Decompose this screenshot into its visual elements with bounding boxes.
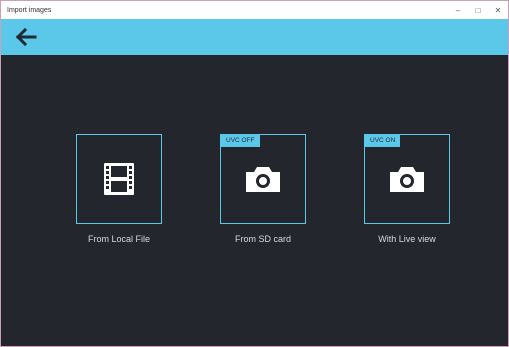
title-bar: Import images – □ ✕: [1, 1, 508, 19]
from-local-file-option[interactable]: From Local File: [76, 134, 164, 244]
window-controls: – □ ✕: [448, 1, 508, 19]
uvc-on-badge: UVC ON: [365, 135, 401, 147]
back-button[interactable]: [9, 24, 43, 50]
app-window: Import images – □ ✕ From Local File UVC …: [0, 0, 509, 347]
from-sd-card-option[interactable]: UVC OFF From SD card: [220, 134, 308, 244]
option-tile[interactable]: UVC OFF: [220, 134, 306, 224]
window-title: Import images: [7, 6, 52, 14]
option-label: From SD card: [234, 234, 291, 244]
option-label: From Local File: [87, 234, 150, 244]
arrow-left-icon: [15, 28, 37, 46]
with-live-view-option[interactable]: UVC ON With Live view: [364, 134, 452, 244]
film-icon: [104, 163, 134, 195]
minimize-button[interactable]: –: [448, 1, 468, 19]
maximize-button[interactable]: □: [468, 1, 488, 19]
close-button[interactable]: ✕: [488, 1, 508, 19]
camera-icon: [390, 167, 424, 192]
uvc-off-badge: UVC OFF: [221, 135, 260, 147]
option-tile[interactable]: UVC ON: [364, 134, 450, 224]
import-options-area: From Local File UVC OFF From SD card UVC…: [1, 55, 508, 346]
option-label: With Live view: [378, 234, 436, 244]
toolbar: [1, 19, 508, 55]
camera-icon: [246, 167, 280, 192]
option-tile[interactable]: [76, 134, 162, 224]
